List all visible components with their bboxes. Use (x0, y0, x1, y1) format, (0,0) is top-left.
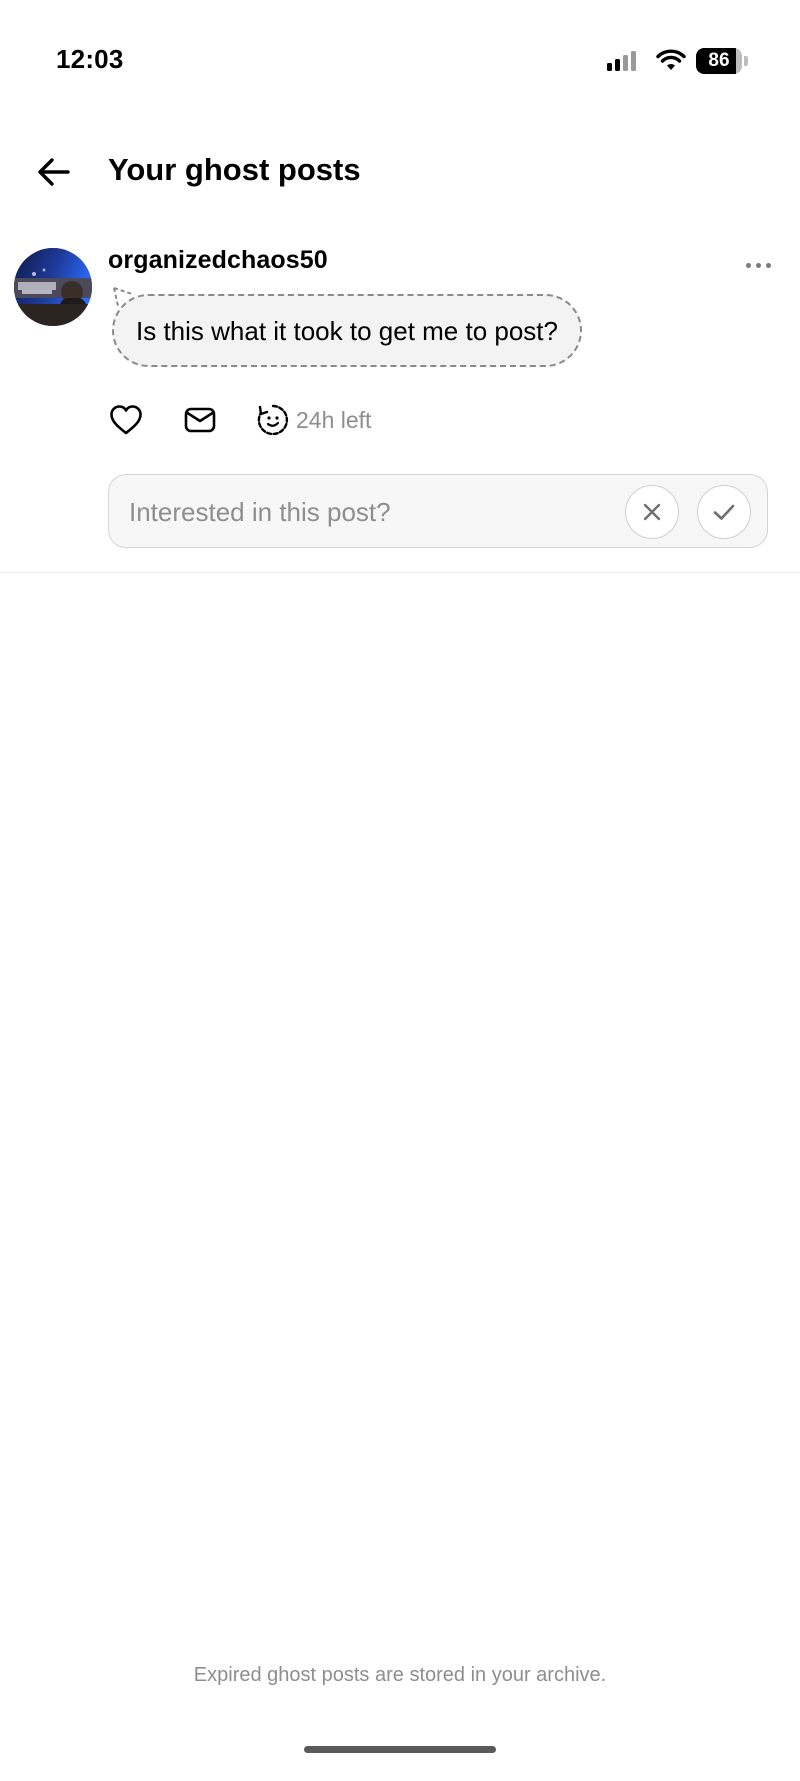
divider (0, 572, 800, 573)
page-title: Your ghost posts (108, 152, 361, 187)
archive-note: Expired ghost posts are stored in your a… (193, 1664, 607, 1686)
interest-prompt-text: Interested in this post? (129, 497, 391, 527)
avatar[interactable] (14, 248, 92, 326)
time-left-indicator: 24h left (256, 403, 371, 437)
wifi-icon (656, 49, 686, 70)
battery-icon: 86 (696, 48, 748, 74)
ghost-post-bubble: Is this what it took to get me to post? (112, 287, 582, 367)
avatar-image (14, 248, 92, 326)
close-icon (643, 503, 661, 521)
battery-level: 86 (708, 50, 730, 71)
arrow-left-icon (38, 158, 70, 186)
not-interested-button[interactable] (625, 485, 679, 539)
back-button[interactable] (30, 148, 78, 196)
status-indicators: 86 (606, 44, 748, 78)
post-username[interactable]: organizedchaos50 (108, 246, 328, 275)
post-text: Is this what it took to get me to post? (112, 294, 582, 367)
home-indicator[interactable] (304, 1746, 496, 1753)
ellipsis-icon (745, 262, 751, 268)
ghost-post: organizedchaos50 Is this what it took to… (0, 246, 800, 573)
status-bar: 12:03 86 (0, 0, 800, 120)
post-actions: 24h left (108, 400, 371, 440)
more-options-button[interactable] (738, 250, 778, 280)
ghost-timer-icon (257, 404, 289, 436)
envelope-icon (184, 407, 216, 433)
interested-button[interactable] (697, 485, 751, 539)
message-button[interactable] (182, 402, 218, 438)
cellular-signal-icon (607, 51, 636, 71)
heart-icon (110, 405, 142, 435)
like-button[interactable] (108, 402, 144, 438)
status-time: 12:03 (56, 44, 124, 74)
header: Your ghost posts (0, 140, 800, 200)
interest-prompt-box: Interested in this post? (108, 474, 768, 548)
check-icon (713, 504, 735, 520)
time-left-text: 24h left (296, 406, 372, 433)
